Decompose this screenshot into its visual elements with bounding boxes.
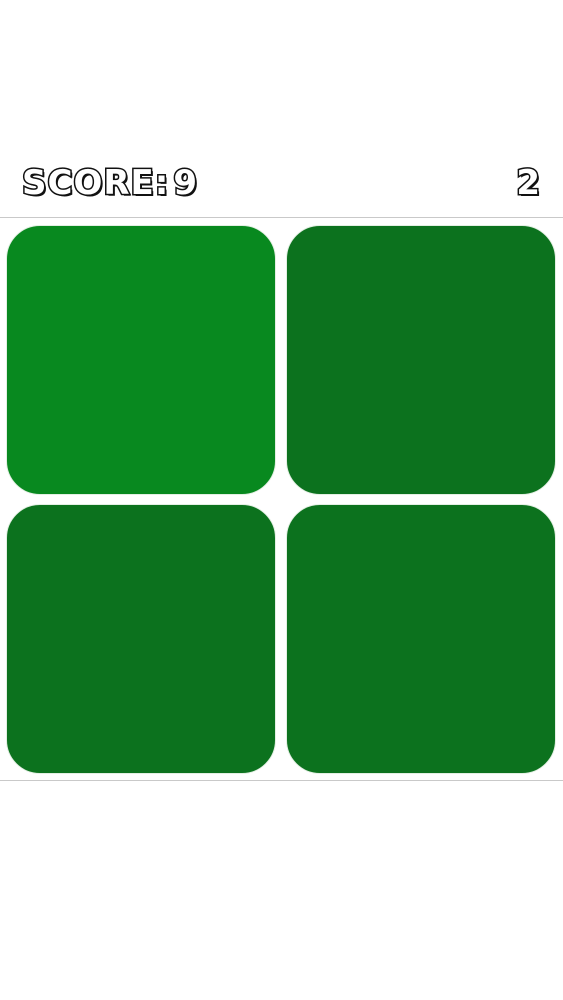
color-tile[interactable] (286, 504, 556, 774)
score-label: SCORE: (20, 162, 170, 205)
game-screen: SCORE: 9 2 (0, 0, 563, 1000)
tile-board (0, 218, 563, 780)
score-display: SCORE: 9 (20, 160, 199, 206)
color-tile[interactable] (6, 504, 276, 774)
score-value: 9 (172, 162, 199, 205)
color-tile[interactable] (6, 225, 276, 495)
level-counter: 2 (515, 162, 542, 205)
board-bottom-divider (0, 780, 563, 781)
hud-bar: SCORE: 9 2 (0, 160, 563, 208)
color-tile[interactable] (286, 225, 556, 495)
